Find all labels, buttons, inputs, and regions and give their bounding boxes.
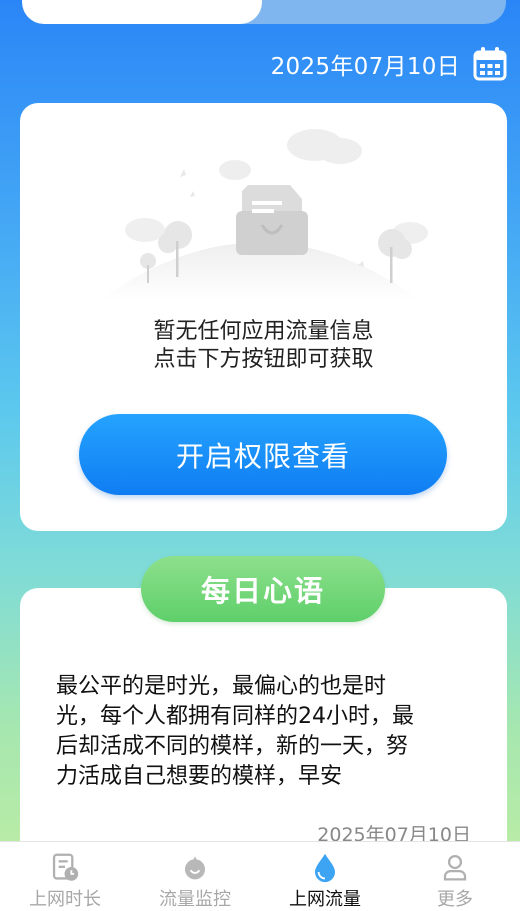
daily-quote-title: 每日心语 (141, 556, 385, 622)
top-tab-bar[interactable] (22, 0, 506, 24)
nav-label-traffic-monitor: 流量监控 (159, 889, 231, 910)
quote-line: 光，每个人都拥有同样的24小时，最 (56, 704, 414, 729)
empty-inbox-illustration (100, 129, 428, 300)
quote-line: 后却活成不同的模样，新的一天，努 (56, 734, 409, 759)
empty-message-line2: 点击下方按钮即可获取 (153, 347, 374, 372)
nav-label-screen-time: 上网时长 (29, 889, 101, 910)
nav-label-internet-traffic: 上网流量 (289, 889, 361, 910)
bottom-nav: 上网时长 流量监控 上网流量 更多 (0, 841, 520, 911)
open-permission-button[interactable]: 开启权限查看 (79, 414, 447, 495)
nav-item-internet-traffic[interactable]: 上网流量 (260, 842, 390, 911)
daily-quote-text: 最公平的是时光，最偏心的也是时 光，每个人都拥有同样的24小时，最 后却活成不同… (56, 672, 476, 792)
date-header: 2025年07月10日 (271, 44, 508, 84)
calendar-icon[interactable] (472, 46, 508, 82)
nav-item-traffic-monitor[interactable]: 流量监控 (130, 842, 260, 911)
nav-item-more[interactable]: 更多 (390, 842, 520, 911)
nav-label-more: 更多 (437, 889, 473, 910)
empty-state-card: 暂无任何应用流量信息 点击下方按钮即可获取 开启权限查看 (20, 103, 507, 531)
nav-item-screen-time[interactable]: 上网时长 (0, 842, 130, 911)
traffic-monitor-icon (184, 856, 206, 880)
quote-line: 力活成自己想要的模样，早安 (56, 764, 343, 789)
current-date: 2025年07月10日 (270, 54, 460, 80)
person-icon (443, 854, 467, 881)
top-tab-active[interactable] (22, 0, 262, 24)
quote-line: 最公平的是时光，最偏心的也是时 (56, 674, 387, 699)
screen-time-icon (52, 853, 79, 881)
water-drop-icon (314, 853, 336, 883)
